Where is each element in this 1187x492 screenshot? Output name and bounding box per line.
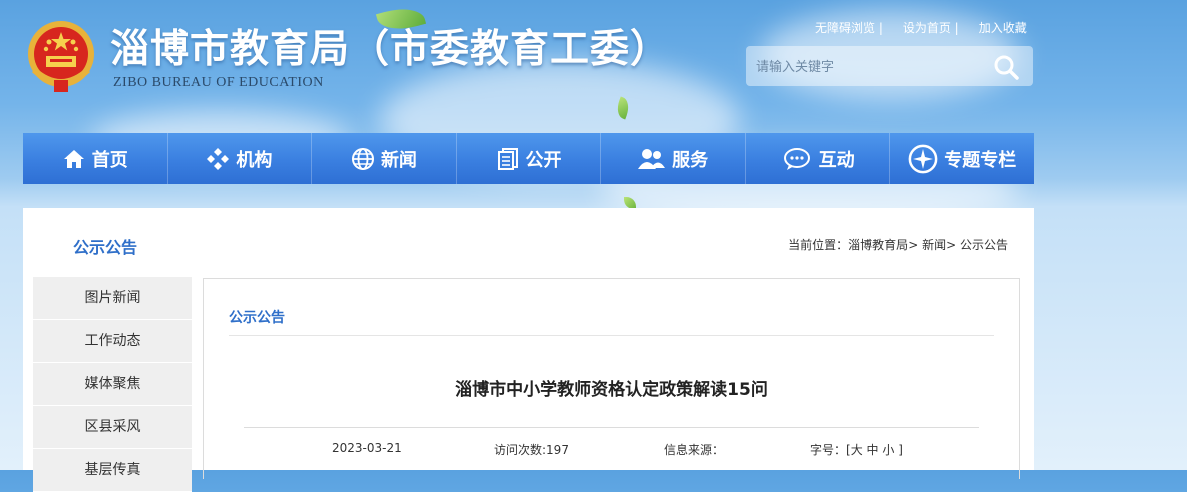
sidebar: 图片新闻 工作动态 媒体聚焦 区县采风 基层传真	[33, 277, 192, 492]
divider	[244, 427, 979, 428]
nav-item-home[interactable]: 首页	[23, 133, 168, 184]
nav-label: 机构	[236, 149, 273, 171]
main-nav: 首页 机构 新闻 公开 服务 互动 专题专栏	[23, 133, 1034, 184]
document-icon	[497, 147, 518, 170]
nav-label: 首页	[91, 149, 128, 171]
sidebar-item-county-news[interactable]: 区县采风	[33, 406, 192, 449]
nav-item-special[interactable]: 专题专栏	[890, 133, 1034, 184]
article-date: 2023-03-21	[332, 441, 402, 455]
nav-item-interact[interactable]: 互动	[746, 133, 891, 184]
divider	[229, 335, 994, 336]
home-icon	[63, 149, 84, 168]
content-panel: 公示公告 当前位置：淄博教育局> 新闻> 公示公告 图片新闻 工作动态 媒体聚焦…	[23, 208, 1034, 492]
search-icon[interactable]	[993, 54, 1019, 80]
breadcrumb-item[interactable]: 新闻	[922, 238, 946, 252]
breadcrumb-sep: >	[908, 238, 919, 252]
nav-item-service[interactable]: 服务	[601, 133, 746, 184]
sidebar-item-work-updates[interactable]: 工作动态	[33, 320, 192, 363]
section-title: 公示公告	[73, 238, 138, 257]
breadcrumb-item[interactable]: 淄博教育局	[848, 238, 908, 252]
national-emblem-icon	[28, 21, 94, 92]
site-subtitle: ZIBO BUREAU OF EDUCATION	[113, 75, 324, 90]
nav-item-public[interactable]: 公开	[457, 133, 602, 184]
nav-item-news[interactable]: 新闻	[312, 133, 457, 184]
article-source: 信息来源：	[664, 443, 725, 457]
breadcrumb: 当前位置：淄博教育局> 新闻> 公示公告	[788, 236, 1008, 253]
accessibility-link[interactable]: 无障碍浏览 |	[815, 21, 883, 35]
nav-label: 互动	[818, 149, 855, 171]
sidebar-item-photo-news[interactable]: 图片新闻	[33, 277, 192, 320]
font-size-label: 字号：[	[810, 443, 851, 457]
nav-label: 专题专栏	[944, 149, 1017, 171]
breadcrumb-sep: >	[946, 238, 957, 252]
article: 公示公告 淄博市中小学教师资格认定政策解读15问 2023-03-21 访问次数…	[203, 278, 1020, 479]
article-views: 访问次数:197	[494, 443, 569, 457]
search-input[interactable]	[754, 55, 978, 79]
breadcrumb-prefix: 当前位置：	[788, 238, 849, 252]
font-size-large-button[interactable]: 大	[851, 443, 863, 457]
org-icon	[207, 147, 230, 170]
nav-label: 新闻	[380, 149, 417, 171]
font-size-control: 字号：[大 中 小 ]	[810, 441, 903, 458]
site-title: 淄博市教育局（市委教育工委）	[110, 27, 671, 72]
breadcrumb-item[interactable]: 公示公告	[960, 238, 1008, 252]
nav-item-org[interactable]: 机构	[168, 133, 313, 184]
compass-icon	[908, 144, 938, 173]
nav-label: 服务	[672, 149, 709, 171]
top-links: 无障碍浏览 | 设为首页 | 加入收藏	[815, 19, 1027, 36]
add-favorite-link[interactable]: 加入收藏	[979, 21, 1027, 35]
search-box	[746, 46, 1033, 86]
sidebar-item-grassroots[interactable]: 基层传真	[33, 449, 192, 492]
font-size-end: ]	[898, 443, 903, 457]
article-title: 淄博市中小学教师资格认定政策解读15问	[455, 380, 768, 400]
nav-label: 公开	[525, 149, 562, 171]
sidebar-item-media-focus[interactable]: 媒体聚焦	[33, 363, 192, 406]
article-category: 公示公告	[229, 310, 285, 326]
globe-icon	[351, 147, 374, 170]
people-icon	[638, 148, 666, 169]
font-size-small-button[interactable]: 小	[882, 443, 894, 457]
set-homepage-link[interactable]: 设为首页 |	[903, 21, 959, 35]
font-size-medium-button[interactable]: 中	[867, 443, 879, 457]
chat-icon	[783, 147, 810, 170]
